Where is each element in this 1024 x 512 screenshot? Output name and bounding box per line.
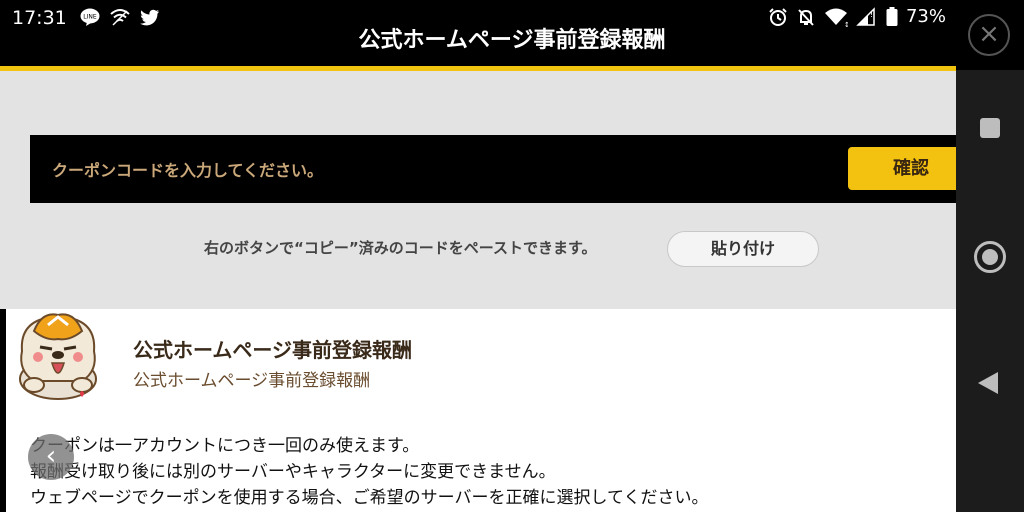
triangle-back-icon[interactable] [978,372,998,394]
paste-hint-text: 右のボタンで“コピー”済みのコードをペーストできます。 [204,239,597,257]
svg-text:!: ! [870,10,873,19]
close-button[interactable]: × [968,14,1010,56]
note-line: クーポンは一アカウントにつき一回のみ使えます。 [30,436,420,456]
reward-title: 公式ホームページ事前登録報酬 [133,338,412,362]
svg-text:LINE: LINE [83,14,97,21]
back-arrow-button[interactable]: ‹ [28,434,74,480]
note-line: ウェブページでクーポンを使用する場合、ご希望のサーバーを正確に選択してください。 [30,488,709,508]
coupon-notes: クーポンは一アカウントにつき一回のみ使えます。 報酬受け取り後には別のサーバーや… [30,433,708,511]
system-nav-bar [956,70,1024,512]
paste-button[interactable]: 貼り付け [667,231,819,267]
note-line: 報酬受け取り後には別のサーバーやキャラクターに変更できません。 [30,462,556,482]
reward-panel: 公式ホームページ事前登録報酬 公式ホームページ事前登録報酬 クーポンは一アカウン… [6,309,956,512]
coupon-code-input[interactable]: クーポンコードを入力してください。 [52,157,323,181]
circle-home-icon[interactable] [974,241,1006,273]
dog-mascot-icon [19,313,97,400]
reward-subtitle: 公式ホームページ事前登録報酬 [133,371,371,391]
coupon-section: クーポンコードを入力してください。 確認 右のボタンで“コピー”済みのコードをペ… [0,71,993,309]
square-recent-icon[interactable] [980,118,1000,138]
top-bar: 17:31 LINE ↕ ! 73% 公式ホームページ事前登録報酬 × [0,0,1024,70]
coupon-input-bar: クーポンコードを入力してください。 確認 [30,135,993,203]
page-title: 公式ホームページ事前登録報酬 [358,28,666,53]
